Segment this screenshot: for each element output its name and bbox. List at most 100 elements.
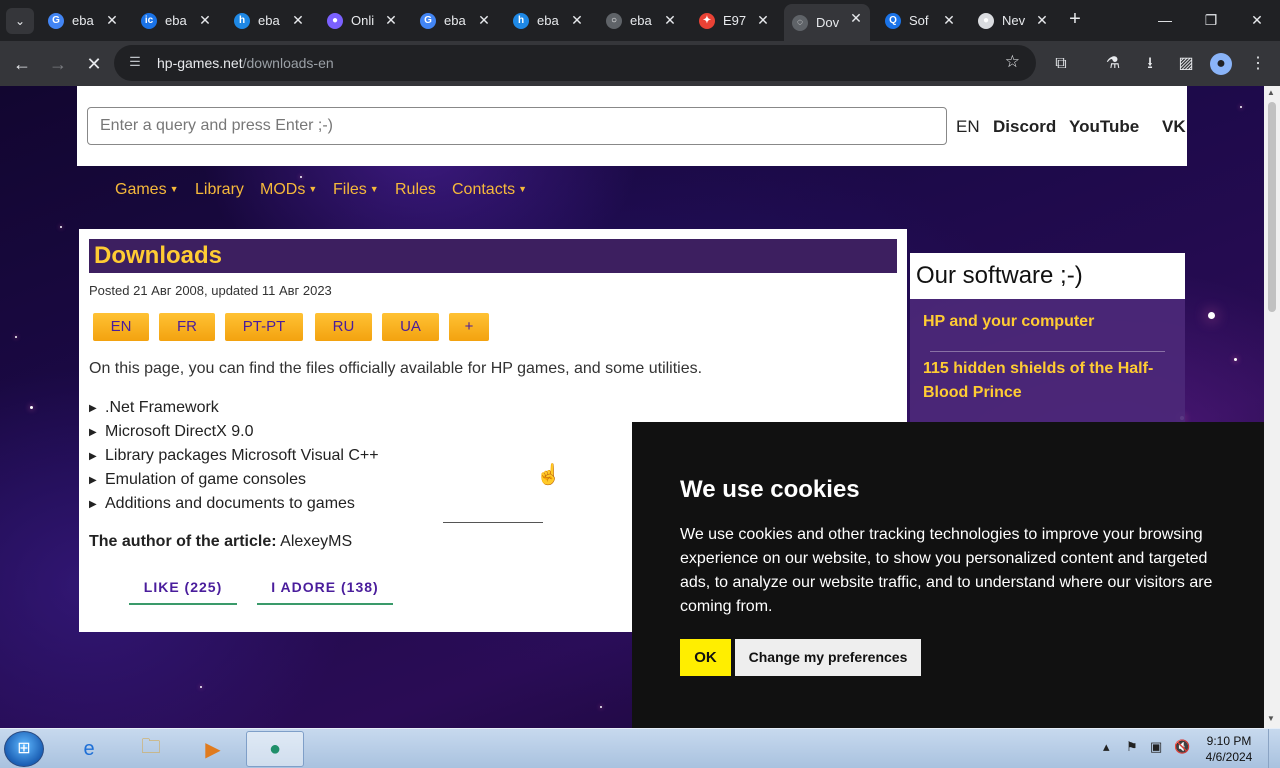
discord-link[interactable]: Discord: [993, 117, 1056, 137]
extensions-icon[interactable]: ⧉: [1050, 53, 1072, 75]
tab-close-icon[interactable]: ✕: [755, 12, 771, 28]
browser-tab[interactable]: ○ eba ✕: [598, 6, 684, 35]
tray-expand-icon[interactable]: ▴: [1103, 739, 1110, 755]
tab-close-icon[interactable]: ✕: [104, 12, 120, 28]
browser-tab[interactable]: Geba ✕: [412, 6, 498, 35]
sidebar-link-hidden-shields[interactable]: 115 hidden shields of the Half-Blood Pri…: [923, 357, 1173, 405]
network-icon[interactable]: ▣: [1150, 739, 1162, 755]
like-button[interactable]: LIKE (225): [129, 573, 237, 605]
browser-tab[interactable]: h eba ✕: [226, 6, 312, 35]
article-title: Downloads: [89, 239, 897, 273]
youtube-link[interactable]: YouTube: [1069, 117, 1139, 137]
tab-title: eba: [72, 13, 94, 28]
triangle-right-icon: ▶: [89, 475, 97, 486]
background-star: [60, 226, 62, 228]
site-search-input[interactable]: [87, 107, 947, 145]
cookie-ok-button[interactable]: OK: [680, 639, 731, 676]
browser-tab[interactable]: ● Onli ✕: [319, 6, 405, 35]
browser-tab[interactable]: Q Sof ✕: [877, 6, 963, 35]
menu-library[interactable]: Library: [195, 181, 244, 199]
back-button[interactable]: ←: [7, 49, 37, 79]
language-link-en[interactable]: EN: [956, 117, 980, 137]
ie-icon[interactable]: e: [60, 731, 118, 767]
tab-close-icon[interactable]: ✕: [383, 12, 399, 28]
scrollbar-thumb[interactable]: [1268, 102, 1276, 312]
menu-games-label: Games: [115, 181, 167, 198]
labs-icon[interactable]: ⚗: [1102, 53, 1124, 75]
menu-files-label: Files: [333, 181, 367, 198]
tab-close-icon[interactable]: ✕: [662, 12, 678, 28]
flag-icon[interactable]: ⚑: [1126, 739, 1138, 755]
lang-button-ua[interactable]: UA: [382, 313, 439, 341]
bookmark-star-icon[interactable]: ☆: [1005, 52, 1020, 72]
address-bar[interactable]: ☰ hp-games.net/downloads-en ☆: [114, 45, 1036, 81]
menu-games[interactable]: Games ▼: [115, 181, 179, 199]
explorer-icon[interactable]: 🗀: [122, 731, 180, 767]
caret-down-icon: ▼: [308, 184, 318, 194]
restore-button[interactable]: ❐: [1188, 6, 1234, 34]
stop-loading-button[interactable]: ✕: [79, 49, 109, 79]
browser-tab[interactable]: ic eba ✕: [133, 6, 219, 35]
new-tab-button[interactable]: +: [1064, 8, 1086, 32]
chat-icon: ●: [978, 12, 994, 29]
background-star: [300, 176, 302, 178]
page-scrollbar[interactable]: ▲ ▼: [1264, 86, 1280, 728]
tab-close-icon[interactable]: ✕: [476, 12, 492, 28]
lang-button-en[interactable]: EN: [93, 313, 149, 341]
browser-tab[interactable]: h eba ✕: [505, 6, 591, 35]
media-player-icon[interactable]: ▶: [184, 731, 242, 767]
lang-button-fr[interactable]: FR: [159, 313, 215, 341]
browser-tab[interactable]: ● Nev ✕: [970, 6, 1056, 35]
volume-muted-icon[interactable]: 🔇: [1174, 739, 1190, 755]
triangle-right-icon: ▶: [89, 451, 97, 462]
start-button[interactable]: ⊞: [4, 731, 44, 767]
menu-mods[interactable]: MODs ▼: [260, 181, 317, 199]
section-directx[interactable]: ▶ Microsoft DirectX 9.0: [89, 423, 253, 441]
minimize-button[interactable]: —: [1142, 6, 1188, 34]
lang-button-more[interactable]: +: [449, 313, 489, 341]
download-icon[interactable]: ⭳: [1139, 53, 1161, 75]
menu-kebab-icon[interactable]: ⋮: [1247, 53, 1269, 75]
menu-files[interactable]: Files ▼: [333, 181, 379, 199]
cookie-text: We use cookies and other tracking techno…: [680, 526, 1213, 615]
menu-rules[interactable]: Rules: [395, 181, 436, 199]
cookie-preferences-button[interactable]: Change my preferences: [735, 639, 921, 676]
adore-button[interactable]: I ADORE (138): [257, 573, 393, 605]
loading-icon: ◌: [792, 14, 808, 31]
tab-search-button[interactable]: ⌄: [6, 8, 34, 34]
vk-link[interactable]: VK: [1162, 117, 1186, 137]
tab-title: eba: [537, 13, 559, 28]
menu-contacts-label: Contacts: [452, 181, 516, 198]
site-info-icon[interactable]: ☰: [126, 54, 144, 72]
tab-close-icon[interactable]: ✕: [1034, 12, 1050, 28]
show-desktop-button[interactable]: [1268, 729, 1280, 768]
section-emulation[interactable]: ▶ Emulation of game consoles: [89, 471, 306, 489]
section-visual-cpp[interactable]: ▶ Library packages Microsoft Visual C++: [89, 447, 379, 465]
browser-tab[interactable]: ◌ Dov ✕: [784, 4, 870, 41]
close-window-button[interactable]: ✕: [1234, 6, 1280, 34]
sidebar-link-hp-computer[interactable]: HP and your computer: [923, 310, 1173, 334]
section-label: .Net Framework: [105, 399, 219, 416]
scroll-down-arrow-icon[interactable]: ▼: [1267, 714, 1275, 723]
tab-close-icon[interactable]: ✕: [848, 10, 864, 26]
author-name[interactable]: AlexeyMS: [280, 533, 352, 550]
forward-button[interactable]: →: [43, 49, 73, 79]
tab-close-icon[interactable]: ✕: [941, 12, 957, 28]
scroll-up-arrow-icon[interactable]: ▲: [1267, 88, 1275, 97]
browser-tab[interactable]: Geba ✕: [40, 6, 126, 35]
side-panel-icon[interactable]: ▨: [1175, 53, 1197, 75]
tab-close-icon[interactable]: ✕: [197, 12, 213, 28]
browser-tab[interactable]: ✦ E97 ✕: [691, 6, 777, 35]
chrome-app-icon[interactable]: ●: [246, 731, 304, 767]
section-net-framework[interactable]: ▶ .Net Framework: [89, 399, 219, 417]
lang-button-pt-pt[interactable]: PT-PT: [225, 313, 303, 341]
lang-button-ru[interactable]: RU: [315, 313, 372, 341]
menu-rules-label: Rules: [395, 181, 436, 198]
tab-close-icon[interactable]: ✕: [569, 12, 585, 28]
taskbar-clock[interactable]: 9:10 PM 4/6/2024: [1198, 733, 1260, 765]
tab-close-icon[interactable]: ✕: [290, 12, 306, 28]
section-additions[interactable]: ▶ Additions and documents to games: [89, 495, 355, 513]
menu-contacts[interactable]: Contacts ▼: [452, 181, 527, 199]
profile-avatar-icon[interactable]: ●: [1210, 53, 1232, 75]
sidebar-divider: [930, 351, 1165, 352]
